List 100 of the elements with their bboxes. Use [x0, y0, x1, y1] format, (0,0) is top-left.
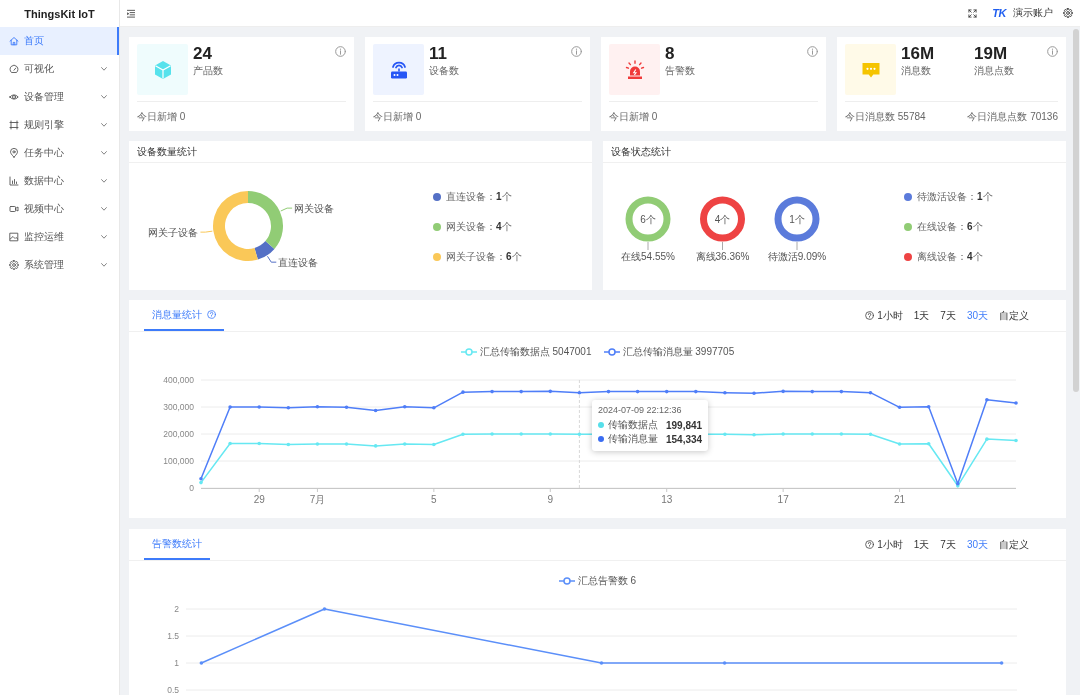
ring-value: 6个: [640, 213, 656, 225]
y-axis-label: 300,000: [163, 402, 194, 412]
line-marker-icon[interactable]: [558, 577, 575, 585]
brand-logo: TK: [992, 7, 1006, 19]
x-axis-label: 5: [431, 494, 437, 505]
y-axis-label: 1: [174, 658, 179, 668]
chat-bubble-icon: [845, 44, 896, 95]
chevron-down-icon: [101, 123, 107, 127]
tooltip-value: 199,841: [665, 419, 703, 431]
scrollbar-thumb[interactable]: [1073, 29, 1079, 392]
help-icon[interactable]: [207, 310, 216, 319]
nav-item[interactable]: 设备管理: [0, 83, 119, 111]
stat-label: 产品数: [193, 65, 224, 77]
time-range-option[interactable]: 7天: [940, 308, 956, 323]
ring-label: 离线36.36%: [695, 251, 750, 262]
x-axis-label: 17: [777, 494, 789, 505]
nav-item[interactable]: 系统管理: [0, 251, 119, 279]
line-marker-icon[interactable]: [460, 348, 477, 356]
account-name[interactable]: 演示账户: [1013, 6, 1053, 20]
y-axis-label: 200,000: [163, 429, 194, 439]
home-icon: [9, 36, 19, 46]
time-range-option[interactable]: 30天: [966, 537, 988, 552]
info-icon[interactable]: [807, 46, 818, 57]
video-camera-icon: [9, 204, 19, 214]
leader-line: [267, 255, 277, 263]
menu-fold-icon[interactable]: [126, 8, 136, 18]
stat-value: 11: [429, 45, 448, 63]
time-range-option[interactable]: 自定义: [999, 537, 1029, 552]
help-icon[interactable]: [865, 540, 875, 549]
slice-label: 网关设备: [294, 202, 335, 214]
x-axis-label: 21: [894, 494, 906, 505]
fullscreen-icon[interactable]: [968, 8, 978, 18]
y-axis-label: 100,000: [163, 456, 194, 466]
nav-item[interactable]: 监控运维: [0, 223, 119, 251]
chart-tab[interactable]: 告警数统计: [144, 529, 210, 560]
info-icon[interactable]: [1047, 46, 1058, 57]
pin-icon: [9, 148, 19, 158]
y-axis-label: 0: [189, 483, 194, 493]
nav-item[interactable]: 任务中心: [0, 139, 119, 167]
settings-icon[interactable]: [1063, 8, 1073, 18]
chevron-down-icon: [101, 179, 107, 183]
time-range-option[interactable]: 1天: [913, 308, 930, 323]
time-range-option[interactable]: 1小时: [877, 308, 903, 323]
legend-label: 网关设备：4个: [446, 219, 512, 234]
chevron-down-icon: [101, 95, 107, 99]
x-axis-label: 7月: [309, 494, 326, 505]
bar-chart-icon: [9, 176, 19, 186]
app-logo: ThingsKit IoT: [24, 7, 95, 20]
info-icon[interactable]: [571, 46, 582, 57]
info-icon[interactable]: [335, 46, 346, 57]
ring-value: 4个: [714, 213, 731, 225]
nav-item[interactable]: 数据中心: [0, 167, 119, 195]
x-axis-label: 9: [547, 494, 554, 505]
frame-icon: [9, 120, 19, 130]
footer-text: 今日新增 0: [373, 109, 422, 124]
image-icon: [9, 232, 19, 242]
y-axis-label: 0.5: [167, 685, 179, 695]
y-axis-label: 1.5: [167, 631, 179, 641]
chart-tab[interactable]: 消息量统计: [144, 300, 224, 331]
leader-line: [722, 241, 723, 251]
legend-label: 直连设备：1个: [446, 189, 512, 204]
y-axis-label: 2: [174, 604, 179, 614]
router-icon: [373, 44, 424, 95]
chevron-down-icon: [101, 207, 107, 211]
gauge-icon: [9, 64, 19, 74]
panel-title: 设备数量统计: [137, 144, 197, 159]
stat-value: 16M: [901, 45, 936, 63]
time-range-option[interactable]: 1天: [913, 537, 930, 552]
stat-label: 消息数: [901, 65, 932, 77]
footer-text: 今日新增 0: [609, 109, 658, 124]
time-range-option[interactable]: 30天: [966, 308, 988, 323]
nav-item[interactable]: 可视化: [0, 55, 119, 83]
ring-value: 1个: [789, 213, 805, 225]
nav-item[interactable]: 视频中心: [0, 195, 119, 223]
cube-icon: [137, 44, 188, 95]
time-range-option[interactable]: 自定义: [999, 308, 1029, 323]
nav-item[interactable]: 首页: [0, 27, 119, 55]
stat-value: 24: [193, 45, 213, 63]
leader-line: [199, 230, 213, 233]
chevron-down-icon: [101, 67, 107, 71]
slice-label: 直连设备: [278, 256, 319, 268]
tooltip-label: 传输消息量: [608, 432, 658, 446]
line-marker-icon[interactable]: [603, 348, 620, 356]
tooltip-title: 2024-07-09 22:12:36: [598, 405, 683, 415]
panel-title: 设备状态统计: [611, 144, 671, 159]
ring-label: 待激活9.09%: [767, 251, 827, 262]
legend-label: 汇总告警数 6: [577, 574, 637, 588]
stat-label: 告警数: [665, 65, 696, 77]
chevron-down-icon: [101, 263, 107, 267]
nav-item[interactable]: 规则引擎: [0, 111, 119, 139]
help-icon[interactable]: [865, 311, 875, 320]
legend-label: 网关子设备：6个: [446, 249, 522, 264]
stat-label: 设备数: [429, 65, 460, 77]
time-range-option[interactable]: 1小时: [877, 537, 903, 552]
legend-label: 在线设备：6个: [917, 219, 983, 234]
settings-icon: [9, 260, 19, 270]
time-range-option[interactable]: 7天: [940, 537, 956, 552]
legend-label: 汇总传输数据点 5047001: [479, 345, 592, 359]
slice-label: 网关子设备: [148, 226, 199, 238]
legend-label: 待激活设备：1个: [917, 189, 993, 204]
